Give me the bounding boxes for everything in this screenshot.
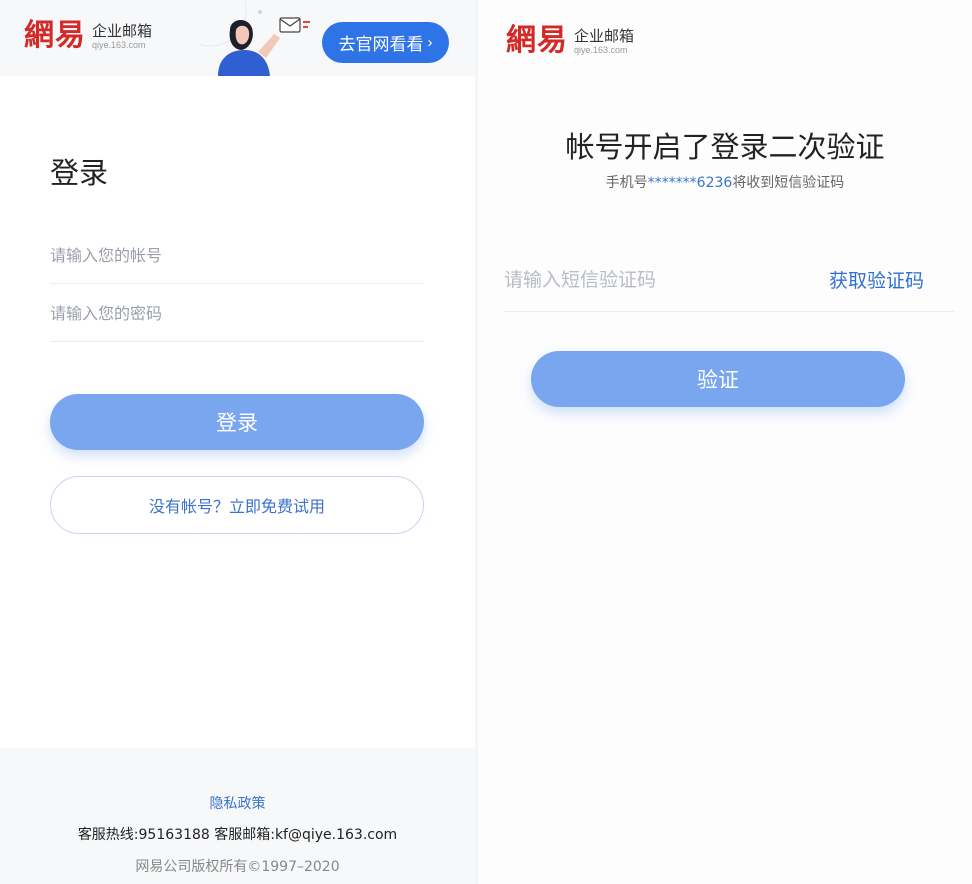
netease-logo: 網易 企业邮箱 qiye.163.com xyxy=(506,26,634,56)
logo-mark: 網易 xyxy=(24,18,86,53)
sms-code-row: 获取验证码 xyxy=(504,250,954,312)
verification-title: 帐号开启了登录二次验证 xyxy=(565,130,885,164)
copyright: 网易公司版权所有©1997–2020 xyxy=(135,859,340,875)
masked-phone: *******6236 xyxy=(647,175,733,191)
mail-icon xyxy=(279,17,310,33)
login-title: 登录 xyxy=(50,156,109,190)
password-input[interactable] xyxy=(50,286,424,342)
contact-info: 客服热线:95163188 客服邮箱:kf@qiye.163.com xyxy=(77,827,398,843)
login-button[interactable]: 登录 xyxy=(50,394,424,450)
logo-name: 企业邮箱 xyxy=(92,21,153,40)
top-banner: 網易 企业邮箱 qiye.163.com 去官网看看 › xyxy=(0,0,475,76)
verify-button[interactable]: 验证 xyxy=(531,351,905,407)
hint-prefix: 手机号 xyxy=(605,175,648,191)
get-code-button[interactable]: 获取验证码 xyxy=(829,266,924,293)
chevron-right-icon: › xyxy=(427,34,433,51)
logo-domain: qiye.163.com xyxy=(574,44,628,55)
netease-logo: 網易 企业邮箱 qiye.163.com xyxy=(24,21,152,51)
login-panel: 網易 企业邮箱 qiye.163.com 去官网看看 › 登录 请输入您的帐号 … xyxy=(0,0,475,884)
phone-hint: 手机号*******6236将收到短信验证码 xyxy=(478,172,972,192)
visit-website-button[interactable]: 去官网看看 › xyxy=(322,22,449,63)
free-trial-button[interactable]: 没有帐号？立即免费试用 xyxy=(50,476,424,534)
logo-mark: 網易 xyxy=(506,23,568,58)
logo-name: 企业邮箱 xyxy=(574,26,635,45)
visit-website-label: 去官网看看 xyxy=(338,35,424,54)
sms-code-input[interactable] xyxy=(504,250,804,310)
logo-domain: qiye.163.com xyxy=(92,39,146,50)
footer: 隐私政策 客服热线:95163188 客服邮箱:kf@qiye.163.com … xyxy=(0,748,475,884)
promo-illustration xyxy=(200,0,310,76)
privacy-policy-link[interactable]: 隐私政策 xyxy=(0,793,475,813)
verification-panel: 網易 企业邮箱 qiye.163.com 帐号开启了登录二次验证 手机号****… xyxy=(478,0,972,884)
hint-suffix: 将收到短信验证码 xyxy=(732,175,845,191)
account-input[interactable] xyxy=(50,228,424,284)
